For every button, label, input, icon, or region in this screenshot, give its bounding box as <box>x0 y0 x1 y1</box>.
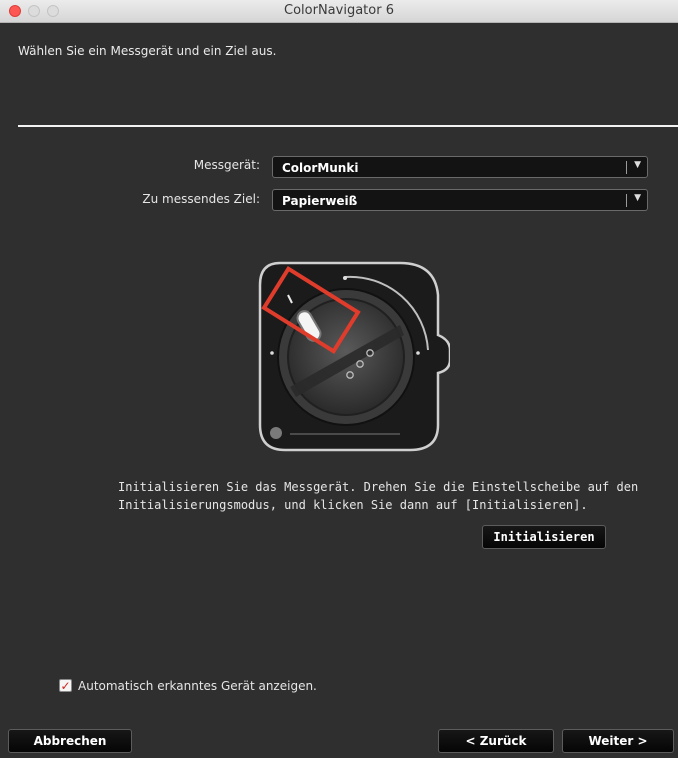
chevron-down-icon: ▼ <box>634 160 641 170</box>
title-bar: ColorNavigator 6 <box>0 0 678 23</box>
target-select[interactable]: Papierweiß ▼ <box>272 189 648 211</box>
auto-detect-label: Automatisch erkanntes Gerät anzeigen. <box>78 679 317 693</box>
device-select-value: ColorMunki <box>282 161 359 175</box>
window-title: ColorNavigator 6 <box>284 3 394 18</box>
device-select[interactable]: ColorMunki ▼ <box>272 156 648 178</box>
initialize-button[interactable]: Initialisieren <box>482 525 606 549</box>
auto-detect-checkbox[interactable]: ✓ <box>59 679 72 692</box>
chevron-down-icon: ▼ <box>634 193 641 203</box>
colormunki-dial-icon <box>250 255 452 455</box>
select-separator <box>626 194 627 207</box>
cancel-button[interactable]: Abbrechen <box>8 729 132 753</box>
target-label: Zu messendes Ziel: <box>142 192 260 206</box>
instruction-line: Initialisierungsmodus, und klicken Sie d… <box>118 498 588 512</box>
target-select-value: Papierweiß <box>282 194 358 208</box>
header-instruction: Wählen Sie ein Messgerät und ein Ziel au… <box>18 44 277 58</box>
back-button[interactable]: < Zurück <box>438 729 554 753</box>
header-divider <box>18 125 678 127</box>
instruction-line: Initialisieren Sie das Messgerät. Drehen… <box>118 480 639 494</box>
device-label: Messgerät: <box>193 158 260 172</box>
next-button[interactable]: Weiter > <box>562 729 674 753</box>
select-separator <box>626 161 627 174</box>
initialize-instruction: Initialisieren Sie das Messgerät. Drehen… <box>118 478 638 514</box>
